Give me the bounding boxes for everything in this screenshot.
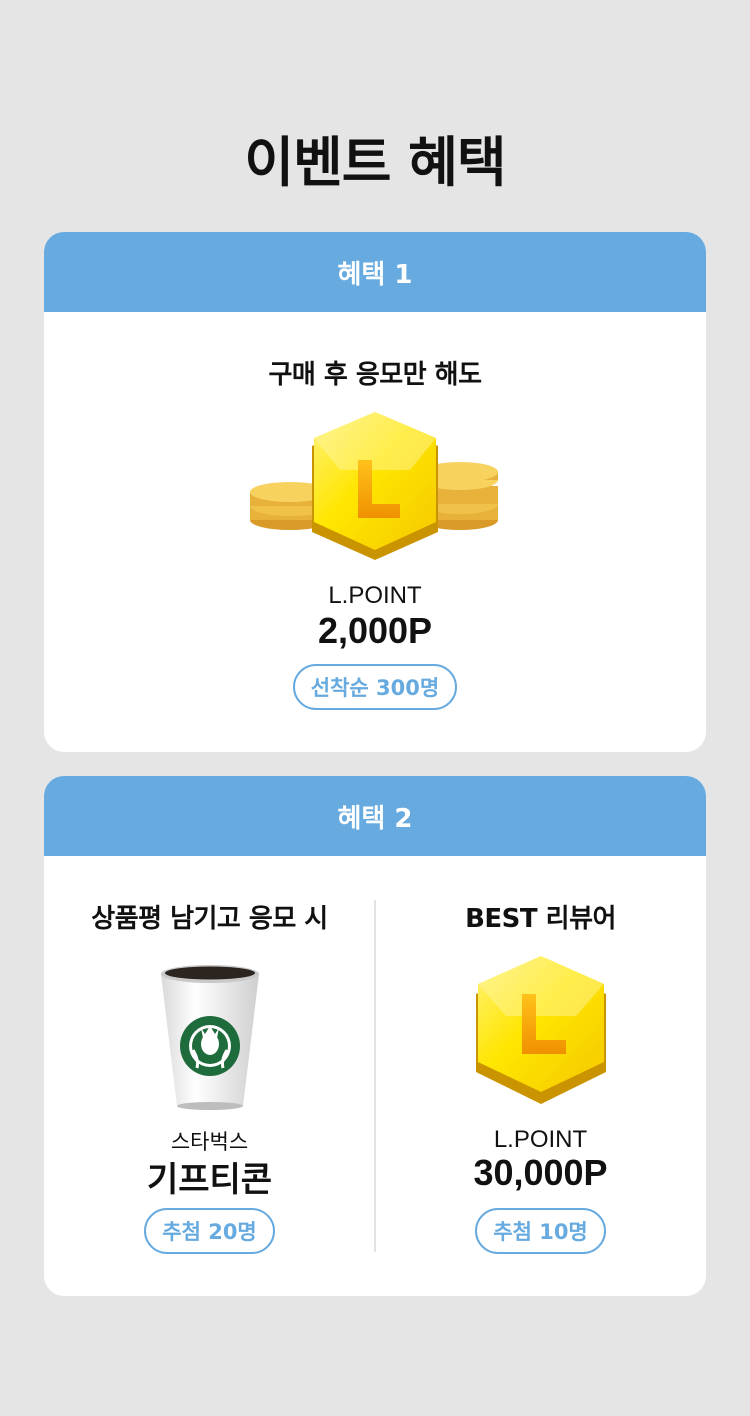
page-title: 이벤트 혜택: [244, 131, 506, 194]
benefit-1-headline: 구매 후 응모만 해도: [268, 360, 482, 390]
benefit-1-point-label: L.POINT: [328, 582, 422, 609]
benefit-1-amount: 2,000P: [317, 610, 433, 651]
lpoint-coins-icon: [44, 410, 706, 560]
benefit-2-card: 혜택 2 상품평 남기고 응모 시 스타벅스 기프티콘 추첨 20명 BEST …: [44, 776, 706, 1296]
review-prize: 기프티콘: [146, 1160, 273, 1200]
benefit-1-header: 혜택 1: [44, 232, 706, 312]
best-reviewer-headline: BEST 리뷰어: [465, 904, 616, 934]
benefit-1-card: 혜택 1 구매 후 응모만 해도 L.POINT 2,000P 선착순 300명: [44, 232, 706, 752]
review-badge: 추첨 20명: [144, 1208, 275, 1254]
starbucks-cup-icon: [44, 962, 375, 1112]
best-reviewer-amount: 30,000P: [473, 1152, 608, 1193]
benefit-1-badge: 선착순 300명: [292, 664, 458, 710]
benefit-2-best-reviewer-column: BEST 리뷰어 L.POINT 30,000P 추첨 10명: [375, 856, 706, 1296]
benefit-2-review-column: 상품평 남기고 응모 시 스타벅스 기프티콘 추첨 20명: [44, 856, 375, 1296]
lpoint-coin-icon: [375, 954, 706, 1106]
best-reviewer-point-label: L.POINT: [493, 1126, 588, 1153]
review-headline: 상품평 남기고 응모 시: [91, 904, 328, 934]
benefit-2-header: 혜택 2: [44, 776, 706, 856]
best-reviewer-badge: 추첨 10명: [475, 1208, 606, 1254]
